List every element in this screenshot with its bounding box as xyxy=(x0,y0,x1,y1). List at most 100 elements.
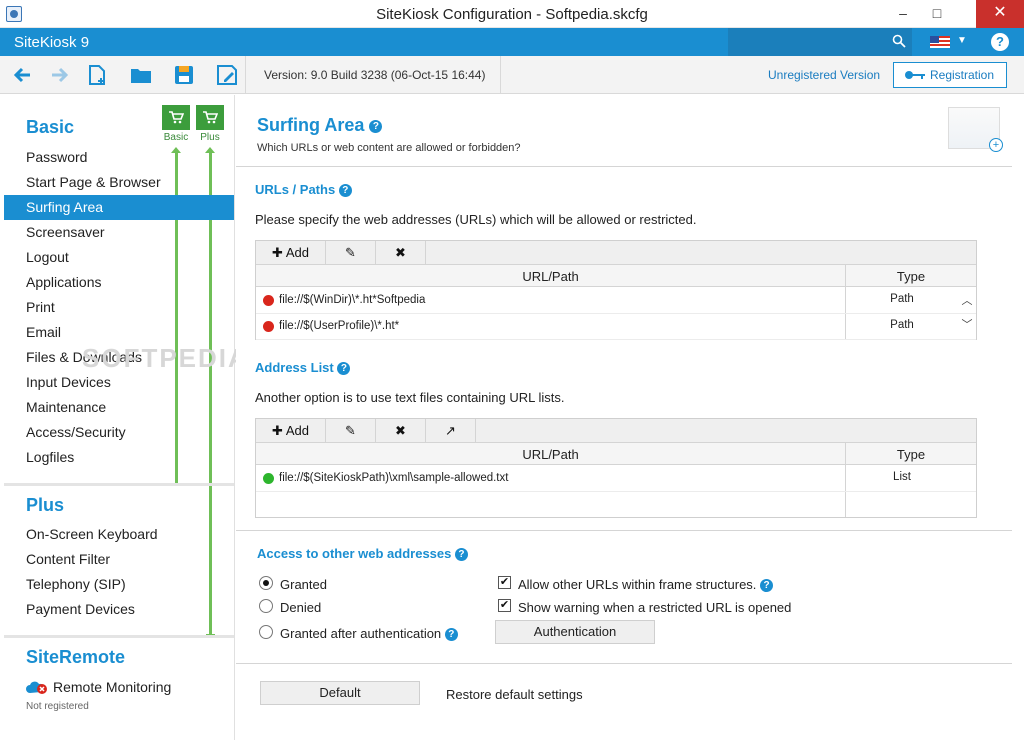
main-panel: Surfing Area ? Which URLs or web content… xyxy=(236,95,1024,740)
remote-status-text: Not registered xyxy=(26,701,89,712)
denied-label[interactable]: Denied xyxy=(280,600,321,615)
sidebar-item-access-security[interactable]: Access/Security xyxy=(4,420,234,445)
help-icon[interactable]: ? xyxy=(338,184,352,198)
window-titlebar: SiteKiosk Configuration - Softpedia.skcf… xyxy=(0,0,1024,28)
sidebar: Basic Basic Plus Password Start Page & B… xyxy=(4,95,247,740)
close-button[interactable]: ✕ xyxy=(976,0,1024,28)
save-as-icon[interactable] xyxy=(214,62,240,88)
page-title: Surfing Area ? xyxy=(257,115,383,136)
delete-list-button[interactable]: ✖ xyxy=(376,419,426,442)
sidebar-item-start-page-browser[interactable]: Start Page & Browser xyxy=(4,170,234,195)
edit-list-button[interactable]: ✎ xyxy=(326,419,376,442)
sidebar-item-on-screen-keyboard[interactable]: On-Screen Keyboard xyxy=(4,522,234,547)
sidebar-item-email[interactable]: Email xyxy=(4,320,234,345)
page-subtitle: Which URLs or web content are allowed or… xyxy=(257,142,521,154)
open-list-button[interactable]: ↗ xyxy=(426,419,476,442)
registration-label: Registration xyxy=(930,68,995,82)
delete-icon: ✖ xyxy=(395,423,406,438)
help-icon[interactable]: ? xyxy=(444,628,458,642)
search-input[interactable] xyxy=(728,28,912,56)
urls-table-header: URL/Path Type xyxy=(256,265,976,287)
urls-description: Please specify the web addresses (URLs) … xyxy=(255,212,697,227)
show-warning-label[interactable]: Show warning when a restricted URL is op… xyxy=(518,600,791,615)
sidebar-item-logfiles[interactable]: Logfiles xyxy=(4,445,234,470)
add-list-button[interactable]: ✚ Add xyxy=(256,419,326,442)
help-icon[interactable]: ? xyxy=(454,548,468,562)
search-icon[interactable] xyxy=(892,34,906,48)
unregistered-version-link[interactable]: Unregistered Version xyxy=(768,68,880,82)
sidebar-item-payment-devices[interactable]: Payment Devices xyxy=(4,597,234,622)
denied-radio[interactable] xyxy=(259,599,273,613)
default-button[interactable]: Default xyxy=(260,681,420,705)
sidebar-item-print[interactable]: Print xyxy=(4,295,234,320)
help-icon[interactable]: ? xyxy=(337,362,351,376)
delete-icon: ✖ xyxy=(395,245,406,260)
show-warning-checkbox[interactable]: ✔ xyxy=(498,599,511,612)
sidebar-item-password[interactable]: Password xyxy=(4,145,234,170)
help-icon[interactable]: ? xyxy=(369,119,383,133)
column-url-path: URL/Path xyxy=(522,447,579,462)
table-row[interactable]: file://$(UserProfile)\*.ht* Path xyxy=(256,314,976,340)
granted-auth-label[interactable]: Granted after authentication ? xyxy=(280,626,458,642)
level-plus-label: Plus xyxy=(200,132,220,143)
forward-arrow-icon[interactable] xyxy=(46,62,72,88)
back-arrow-icon[interactable] xyxy=(10,62,36,88)
cart-icon xyxy=(203,111,218,124)
minimize-button[interactable]: – xyxy=(888,0,918,28)
plus-icon: ✚ xyxy=(272,423,283,438)
scroll-up-icon[interactable]: ︿ xyxy=(961,295,973,307)
chevron-down-icon[interactable]: ▼ xyxy=(957,35,967,46)
help-button[interactable]: ? xyxy=(991,33,1009,51)
sidebar-item-telephony[interactable]: Telephony (SIP) xyxy=(4,572,234,597)
column-type: Type xyxy=(896,269,926,284)
level-plus-badge xyxy=(196,105,224,130)
deny-status-icon xyxy=(263,295,274,306)
language-flag-icon[interactable] xyxy=(930,36,950,48)
access-heading: Access to other web addresses ? xyxy=(257,546,468,562)
allow-frames-label[interactable]: Allow other URLs within frame structures… xyxy=(518,577,774,593)
toolbar-separator xyxy=(245,56,246,94)
cloud-error-icon xyxy=(26,681,47,694)
sidebar-item-logout[interactable]: Logout xyxy=(4,245,234,270)
granted-radio[interactable] xyxy=(259,576,273,590)
authentication-button[interactable]: Authentication xyxy=(495,620,655,644)
arrow-up-right-icon: ↗ xyxy=(445,423,456,438)
registration-button[interactable]: Registration xyxy=(893,62,1007,88)
table-row[interactable]: file://$(SiteKioskPath)\xml\sample-allow… xyxy=(256,466,976,492)
new-file-icon[interactable] xyxy=(84,62,110,88)
urls-table: ✚ Add ✎ ✖ URL/Path Type file://$(WinDir)… xyxy=(255,240,977,340)
section-basic-title: Basic xyxy=(26,117,75,137)
key-icon xyxy=(905,71,925,79)
save-icon[interactable] xyxy=(171,62,197,88)
sidebar-item-applications[interactable]: Applications xyxy=(4,270,234,295)
address-list-heading: Address List ? xyxy=(255,360,351,376)
version-text: Version: 9.0 Build 3238 (06-Oct-15 16:44… xyxy=(264,68,486,82)
sidebar-item-remote-monitoring[interactable]: Remote Monitoring xyxy=(53,679,171,695)
urls-heading: URLs / Paths ? xyxy=(255,182,352,198)
window-title: SiteKiosk Configuration - Softpedia.skcf… xyxy=(376,6,648,23)
allow-status-icon xyxy=(263,473,274,484)
granted-auth-radio[interactable] xyxy=(259,625,273,639)
scroll-down-icon[interactable]: ﹀ xyxy=(961,319,973,331)
level-basic-badge xyxy=(162,105,190,130)
sidebar-item-surfing-area[interactable]: Surfing Area xyxy=(4,195,234,220)
open-folder-icon[interactable] xyxy=(128,62,154,88)
help-icon[interactable]: ? xyxy=(760,579,774,593)
sidebar-item-maintenance[interactable]: Maintenance xyxy=(4,395,234,420)
sidebar-item-content-filter[interactable]: Content Filter xyxy=(4,547,234,572)
zoom-plus-icon[interactable]: + xyxy=(989,138,1003,152)
delete-url-button[interactable]: ✖ xyxy=(376,241,426,264)
add-url-button[interactable]: ✚ Add xyxy=(256,241,326,264)
sidebar-item-screensaver[interactable]: Screensaver xyxy=(4,220,234,245)
divider xyxy=(236,166,1012,167)
edit-url-button[interactable]: ✎ xyxy=(326,241,376,264)
restore-default-label: Restore default settings xyxy=(446,687,583,702)
column-type: Type xyxy=(896,447,926,462)
app-header: SiteKiosk 9 ▼ ? xyxy=(0,28,1024,56)
allow-frames-checkbox[interactable]: ✔ xyxy=(498,576,511,589)
preview-thumbnail[interactable]: + xyxy=(948,107,1003,152)
granted-label[interactable]: Granted xyxy=(280,577,327,592)
toolbar-separator xyxy=(500,56,501,94)
maximize-button[interactable]: □ xyxy=(922,0,952,28)
table-row[interactable]: file://$(WinDir)\*.ht*Softpedia Path xyxy=(256,288,976,314)
